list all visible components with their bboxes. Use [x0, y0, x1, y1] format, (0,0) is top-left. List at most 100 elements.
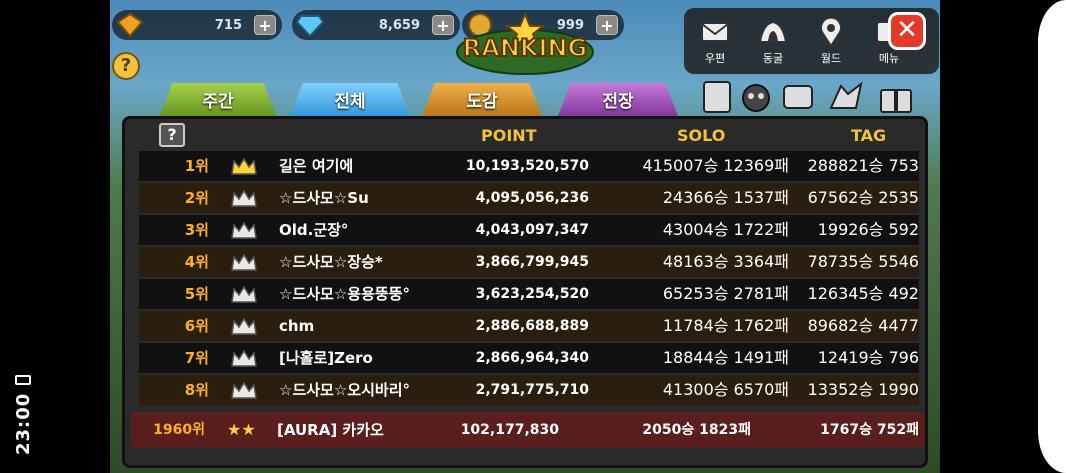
rank-cell: 3위 — [184, 221, 209, 239]
table-row[interactable]: 4위 ☆드사모☆장승* 3,866,799,945 48163승 3364패 78735… — [139, 247, 919, 277]
tag-cell: 89682승 4477 — [807, 316, 919, 335]
table-row[interactable]: 1위 길은 여기에 10,193,520,570 415007승 12369패 2888… — [139, 151, 919, 181]
gold-gem-counter: 715 + — [112, 10, 282, 40]
point-cell: 3,866,799,945 — [475, 254, 589, 270]
name-cell: ☆드사모☆오시바리° — [279, 381, 410, 399]
world-label: 월드 — [820, 52, 842, 65]
tag-cell: 13352승 1990 — [807, 380, 919, 399]
diamond-counter: 8,659 + — [292, 10, 460, 40]
rank-cell: 7위 — [184, 349, 209, 367]
name-cell: Old.군장° — [279, 221, 349, 239]
mail-icon — [701, 22, 729, 42]
shortcut-row — [698, 78, 933, 118]
table-row[interactable]: 5위 ☆드사모☆용용뚱뚱° 3,623,254,520 65253승 2781패 126… — [139, 279, 919, 309]
solo-cell: 24366승 1537패 — [662, 188, 789, 207]
tag-cell: 288821승 753 — [807, 156, 919, 175]
my-rank: 1960위 — [153, 422, 205, 438]
solo-header: SOLO — [677, 126, 726, 145]
name-cell: ☆드사모☆용용뚱뚱° — [279, 285, 410, 303]
stars-icon: ★★ — [227, 420, 256, 439]
table-row[interactable]: 2위 ☆드사모☆Su 4,095,056,236 24366승 1537패 67562승… — [139, 183, 919, 213]
mail-button[interactable]: 우편 — [690, 12, 740, 72]
world-button[interactable]: 월드 — [806, 12, 856, 72]
page-title: RANKING — [462, 33, 588, 63]
clock-time: 23:00 — [12, 392, 34, 455]
name-cell: [나홀로]Zero — [279, 349, 373, 367]
rank-cell: 2위 — [184, 189, 209, 207]
point-cell: 2,866,964,340 — [475, 350, 589, 366]
rank-cell: 1위 — [184, 157, 209, 175]
board-help-button[interactable]: ? — [159, 123, 185, 147]
ranking-logo: RANKING — [450, 10, 600, 80]
tag-cell: 12419승 796 — [817, 348, 919, 367]
point-cell: 3,623,254,520 — [475, 286, 589, 302]
mail-label: 우편 — [704, 52, 726, 65]
gold-gem-icon — [116, 12, 144, 38]
blue-diamond-icon — [296, 15, 324, 38]
solo-cell: 65253승 2781패 — [662, 284, 789, 303]
system-status-bar: 23:00 — [0, 0, 42, 473]
battery-icon — [15, 374, 31, 385]
tag-cell: 19926승 592 — [817, 220, 919, 239]
name-cell: 길은 여기에 — [279, 157, 354, 175]
solo-cell: 41300승 6570패 — [662, 380, 789, 399]
rank-cell: 6위 — [184, 317, 209, 335]
my-ranking-row[interactable]: 1960위 ★★ [AURA] 카카오 102,177,830 2050승 18… — [131, 412, 925, 448]
table-row[interactable]: 7위 [나홀로]Zero 2,866,964,340 18844승 1491패 1241… — [139, 343, 919, 373]
crown-icon — [231, 317, 257, 335]
rank-cell: 8위 — [184, 381, 209, 399]
point-cell: 4,095,056,236 — [475, 190, 589, 206]
solo-cell: 415007승 12369패 — [642, 156, 789, 175]
rank-cell: 4위 — [184, 253, 209, 271]
solo-cell: 48163승 3364패 — [662, 252, 789, 271]
crown-icon — [231, 157, 257, 175]
my-name: [AURA] 카카오 — [277, 421, 384, 439]
add-gold-gem-button[interactable]: + — [254, 15, 276, 35]
game-screen: 715 + 8,659 + 999 + ? RANKING 우편 동굴 월드 메… — [110, 0, 940, 473]
crown-icon — [231, 253, 257, 271]
crown-icon — [231, 189, 257, 207]
my-tag: 1767승 752패 — [820, 422, 919, 438]
tag-cell: 126345승 492 — [807, 284, 919, 303]
diamond-value: 8,659 — [378, 17, 420, 33]
point-cell: 2,886,688,889 — [475, 318, 589, 334]
table-row[interactable]: 6위 chm 2,886,688,889 11784승 1762패 89682승 447… — [139, 311, 919, 341]
rank-cell: 5위 — [184, 285, 209, 303]
help-icon[interactable]: ? — [112, 52, 140, 80]
point-cell: 2,791,775,710 — [475, 382, 589, 398]
ranking-board: ? POINT SOLO TAG 1위 길은 여기에 10,193,520,570 4… — [122, 116, 928, 468]
clock: 23:00 — [12, 345, 34, 455]
my-solo: 2050승 1823패 — [642, 422, 751, 438]
close-button[interactable]: ✕ — [888, 12, 926, 50]
point-header: POINT — [481, 126, 537, 145]
crown-icon — [231, 285, 257, 303]
solo-cell: 43004승 1722패 — [662, 220, 789, 239]
cave-label: 동굴 — [762, 52, 784, 65]
screen: 23:00 715 + 8,659 + 999 + ? RANKING 우편 동… — [0, 0, 1066, 473]
crown-icon — [231, 381, 257, 399]
point-cell: 4,043,097,347 — [475, 222, 589, 238]
cave-icon — [758, 20, 788, 43]
name-cell: ☆드사모☆Su — [279, 189, 369, 207]
name-cell: ☆드사모☆장승* — [279, 253, 383, 271]
crown-icon — [231, 221, 257, 239]
tag-cell: 78735승 5546 — [807, 252, 919, 271]
solo-cell: 18844승 1491패 — [662, 348, 789, 367]
monster-icon[interactable] — [736, 78, 776, 116]
menu-label: 메뉴 — [878, 52, 900, 65]
book-icon[interactable] — [698, 78, 738, 116]
table-row[interactable]: 8위 ☆드사모☆오시바리° 2,791,775,710 41300승 6570패 133… — [139, 375, 919, 405]
tag-cell: 67562승 2535 — [807, 188, 919, 207]
scroll-icon[interactable] — [778, 78, 818, 116]
close-icon: ✕ — [896, 15, 918, 45]
cave-button[interactable]: 동굴 — [748, 12, 798, 72]
gift-box-icon[interactable] — [876, 78, 916, 116]
tag-header: TAG — [851, 126, 887, 145]
map-pin-icon — [820, 16, 842, 48]
my-point: 102,177,830 — [460, 422, 559, 438]
gold-gem-value: 715 — [214, 17, 242, 33]
table-row[interactable]: 3위 Old.군장° 4,043,097,347 43004승 1722패 19926승… — [139, 215, 919, 245]
point-cell: 10,193,520,570 — [465, 158, 589, 174]
dragon-icon[interactable] — [826, 78, 866, 116]
name-cell: chm — [279, 317, 315, 335]
